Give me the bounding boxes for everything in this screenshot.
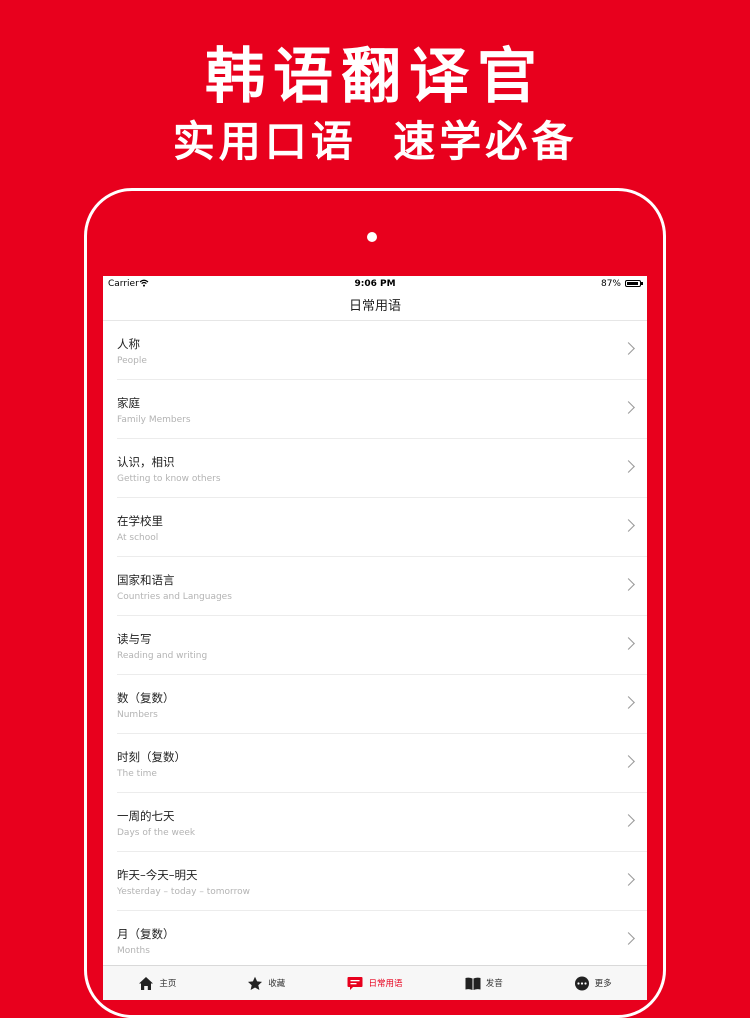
more-icon xyxy=(574,976,589,990)
list-item[interactable]: 时刻（复数） The time xyxy=(117,734,647,793)
promo-title: 韩语翻译官 xyxy=(205,42,545,112)
tab-bar: 主页 收藏 日常用语 发音 更多 xyxy=(103,965,647,1000)
tab-pronunciation[interactable]: 发音 xyxy=(429,966,538,1000)
list-item[interactable]: 家庭 Family Members xyxy=(117,380,647,439)
chevron-right-icon xyxy=(622,578,635,591)
list-item[interactable]: 数（复数） Numbers xyxy=(117,675,647,734)
list-item[interactable]: 在学校里 At school xyxy=(117,498,647,557)
chevron-right-icon xyxy=(622,401,635,414)
battery-icon xyxy=(625,280,641,287)
item-title: 数（复数） xyxy=(117,691,175,705)
tab-more[interactable]: 更多 xyxy=(538,966,647,1000)
chevron-right-icon xyxy=(622,637,635,650)
phrase-category-list: 人称 People 家庭 Family Members 认识，相识 Gettin… xyxy=(103,321,647,965)
item-title: 在学校里 xyxy=(117,514,163,528)
nav-title: 日常用语 xyxy=(103,292,647,321)
item-subtitle: Countries and Languages xyxy=(117,592,232,602)
chevron-right-icon xyxy=(622,814,635,827)
list-item[interactable]: 一周的七天 Days of the week xyxy=(117,793,647,852)
tab-label: 主页 xyxy=(159,979,177,989)
chevron-right-icon xyxy=(622,519,635,532)
battery-tip xyxy=(641,282,643,285)
tab-daily-phrases[interactable]: 日常用语 xyxy=(321,966,430,1000)
list-item[interactable]: 昨天–今天–明天 Yesterday – today – tomorrow xyxy=(117,852,647,911)
chat-icon xyxy=(347,976,363,990)
tab-label: 更多 xyxy=(594,979,612,989)
list-item[interactable]: 月（复数） Months xyxy=(117,911,647,965)
star-icon xyxy=(248,976,263,990)
item-title: 时刻（复数） xyxy=(117,750,186,764)
tab-favorites[interactable]: 收藏 xyxy=(212,966,321,1000)
item-title: 国家和语言 xyxy=(117,573,175,587)
battery-percent: 87% xyxy=(600,279,621,289)
tab-label: 收藏 xyxy=(268,979,286,989)
item-title: 昨天–今天–明天 xyxy=(117,868,198,882)
item-subtitle: Getting to know others xyxy=(117,474,221,484)
chevron-right-icon xyxy=(622,342,635,355)
item-subtitle: Days of the week xyxy=(117,828,196,838)
home-icon xyxy=(139,976,154,990)
item-subtitle: At school xyxy=(117,533,159,543)
tab-home[interactable]: 主页 xyxy=(103,966,212,1000)
chevron-right-icon xyxy=(622,460,635,473)
item-title: 认识，相识 xyxy=(117,455,175,469)
list-item[interactable]: 认识，相识 Getting to know others xyxy=(117,439,647,498)
item-title: 读与写 xyxy=(117,632,152,646)
chevron-right-icon xyxy=(622,932,635,945)
list-item[interactable]: 国家和语言 Countries and Languages xyxy=(117,557,647,616)
item-subtitle: Family Members xyxy=(117,415,191,425)
status-bar: Carrier 9:06 PM 87% xyxy=(103,276,647,292)
item-subtitle: Yesterday – today – tomorrow xyxy=(117,887,250,897)
device-camera xyxy=(367,232,377,242)
chevron-right-icon xyxy=(622,755,635,768)
item-title: 人称 xyxy=(117,337,140,351)
tab-label: 发音 xyxy=(485,979,503,989)
chevron-right-icon xyxy=(622,696,635,709)
status-time: 9:06 PM xyxy=(354,279,396,289)
item-subtitle: Reading and writing xyxy=(117,651,208,661)
item-title: 一周的七天 xyxy=(117,809,175,823)
item-subtitle: The time xyxy=(117,769,157,779)
item-subtitle: Numbers xyxy=(117,710,158,720)
item-title: 月（复数） xyxy=(117,927,175,941)
item-title: 家庭 xyxy=(117,396,140,410)
promo-subtitle: 实用口语 速学必备 xyxy=(172,117,578,166)
app-screen: Carrier 9:06 PM 87% 日常用语 人称 People 家庭 Fa… xyxy=(103,276,647,1000)
chevron-right-icon xyxy=(622,873,635,886)
book-icon xyxy=(465,977,481,990)
item-subtitle: People xyxy=(117,356,147,366)
item-subtitle: Months xyxy=(117,946,150,956)
list-item[interactable]: 人称 People xyxy=(117,321,647,380)
list-item[interactable]: 读与写 Reading and writing xyxy=(117,616,647,675)
tab-label: 日常用语 xyxy=(368,979,403,989)
